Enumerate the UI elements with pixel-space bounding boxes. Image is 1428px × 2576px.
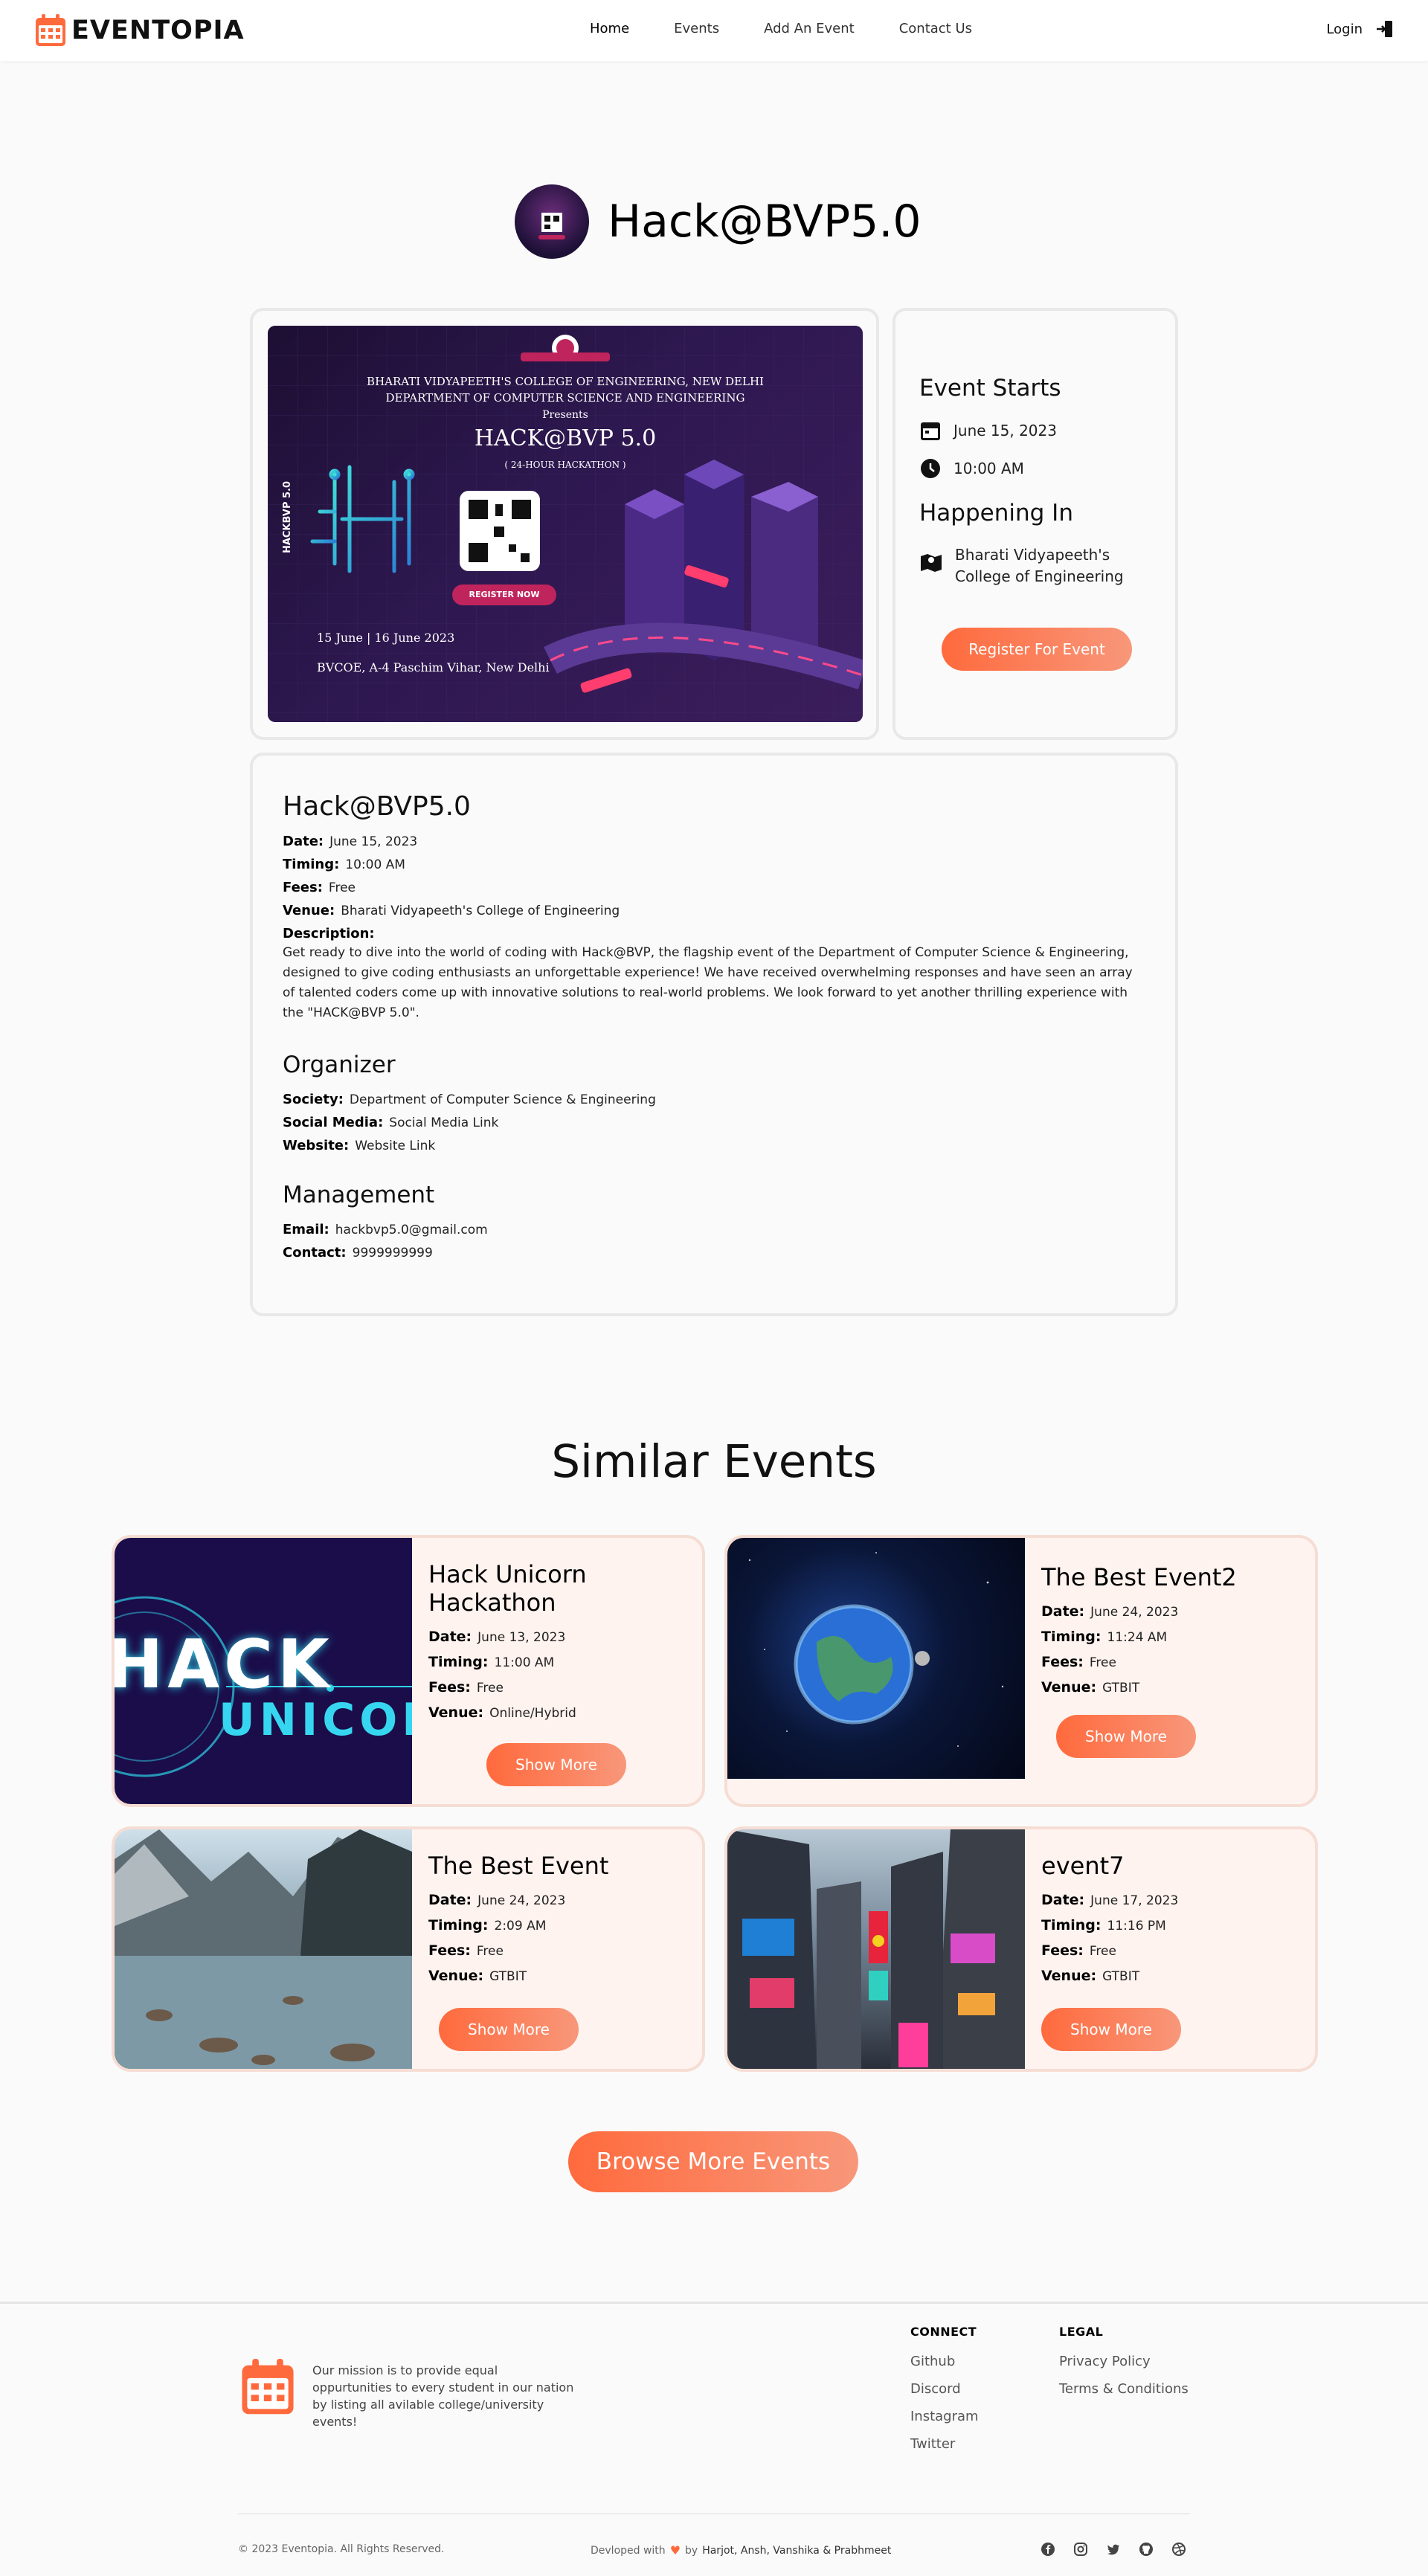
nav-contact[interactable]: Contact Us <box>899 21 972 36</box>
start-time-row: 10:00 AM <box>919 457 1024 480</box>
calendar-icon <box>921 422 940 440</box>
clock-icon <box>921 459 940 478</box>
event-avatar <box>515 184 589 259</box>
dribbble-icon[interactable] <box>1171 2542 1186 2557</box>
instagram-icon[interactable] <box>1073 2542 1088 2557</box>
event-thumbnail <box>727 1829 1025 2069</box>
event-title: Hack@BVP5.0 <box>608 196 922 248</box>
browse-more-events-button[interactable]: Browse More Events <box>568 2131 858 2192</box>
twitter-icon[interactable] <box>1106 2542 1121 2557</box>
legal-heading: LEGAL <box>1059 2325 1104 2339</box>
event-starts-heading: Event Starts <box>919 375 1061 402</box>
details-title: Hack@BVP5.0 <box>283 791 471 822</box>
poster-event-name: HACK@BVP 5.0 <box>474 425 657 451</box>
developed-by: Devloped with ♥ by Harjot, Ansh, Vanshik… <box>591 2543 892 2557</box>
facebook-icon[interactable] <box>1041 2542 1055 2557</box>
happening-in-heading: Happening In <box>919 500 1073 527</box>
brand-logo[interactable]: EVENTOPIA <box>34 13 245 48</box>
nav-add-event[interactable]: Add An Event <box>764 21 855 36</box>
similar-event-card: HACK UNICOI Hack Unicorn Hackathon Date:… <box>112 1535 705 1807</box>
poster-register: REGISTER NOW <box>469 590 540 599</box>
login-label: Login <box>1326 21 1363 37</box>
venue-short: Bharati Vidyapeeth's College of Engineer… <box>955 546 1124 585</box>
footer-link-twitter[interactable]: Twitter <box>910 2436 979 2452</box>
footer-mission: Our mission is to provide equal oppurtun… <box>312 2363 574 2429</box>
poster-college: BHARATI VIDYAPEETH'S COLLEGE OF ENGINEER… <box>367 375 764 388</box>
show-more-button[interactable]: Show More <box>486 1743 626 1786</box>
organizer-heading: Organizer <box>283 1052 396 1078</box>
start-time: 10:00 AM <box>953 460 1024 477</box>
detail-venue: Venue: Bharati Vidyapeeth's College of En… <box>283 903 620 918</box>
show-more-button[interactable]: Show More <box>1056 1715 1196 1758</box>
start-date: June 15, 2023 <box>953 422 1057 439</box>
footer-link-discord[interactable]: Discord <box>910 2381 979 2397</box>
event-card-title: event7 <box>1041 1852 1125 1880</box>
event-header: Hack@BVP5.0 <box>515 184 922 259</box>
footer: Our mission is to provide equal oppurtun… <box>0 2302 1428 2576</box>
event-thumbnail: HACK UNICOI <box>115 1538 412 1804</box>
brand-name: EVENTOPIA <box>71 16 245 45</box>
detail-website: Website: Website Link <box>283 1138 436 1153</box>
login-icon <box>1377 21 1392 37</box>
similar-events-heading: Similar Events <box>551 1435 877 1488</box>
show-more-button[interactable]: Show More <box>439 2008 579 2051</box>
detail-date: Date: June 15, 2023 <box>283 834 418 849</box>
detail-contact: Contact: 9999999999 <box>283 1245 433 1260</box>
poster-place: BVCOE, A-4 Paschim Vihar, New Delhi <box>317 660 550 674</box>
detail-fees: Fees: Free <box>283 880 356 895</box>
event-details-card: Hack@BVP5.0 Date: June 15, 2023 Timing: 10… <box>250 753 1178 1316</box>
github-icon[interactable] <box>1139 2542 1154 2557</box>
poster-side-text: HACKBVP 5.0 <box>282 480 294 554</box>
similar-event-card: event7 Date: June 17, 2023 Timing: 11:16 P… <box>724 1826 1318 2072</box>
heart-icon: ♥ <box>669 2543 681 2557</box>
venue-row: Bharati Vidyapeeth's College of Engineer… <box>919 544 1157 587</box>
footer-link-privacy[interactable]: Privacy Policy <box>1059 2354 1189 2369</box>
poster-presents: Presents <box>542 409 588 421</box>
poster-dept: DEPARTMENT OF COMPUTER SCIENCE AND ENGIN… <box>385 391 745 405</box>
footer-link-github[interactable]: Github <box>910 2354 979 2369</box>
main-menu: Home Events Add An Event Contact Us <box>590 21 972 36</box>
management-heading: Management <box>283 1182 435 1208</box>
social-icons <box>1041 2542 1186 2557</box>
event-poster: BHARATI VIDYAPEETH'S COLLEGE OF ENGINEER… <box>268 326 863 722</box>
event-thumbnail <box>115 1829 412 2069</box>
footer-link-terms[interactable]: Terms & Conditions <box>1059 2381 1189 2397</box>
event-info-card: Event Starts June 15, 2023 10:00 AM Happ… <box>892 308 1178 740</box>
calendar-icon <box>242 2359 294 2415</box>
event-card-title: The Best Event <box>428 1852 609 1880</box>
start-date-row: June 15, 2023 <box>919 419 1057 442</box>
website-link[interactable]: Website Link <box>355 1139 435 1153</box>
event-thumbnail <box>727 1538 1025 1779</box>
detail-social: Social Media: Social Media Link <box>283 1115 499 1130</box>
detail-description: Get ready to dive into the world of codi… <box>283 945 1133 1020</box>
similar-event-card: The Best Event Date: June 24, 2023 Timing… <box>112 1826 705 2072</box>
event-card-title: The Best Event2 <box>1041 1563 1237 1591</box>
poster-dates: 15 June | 16 June 2023 <box>317 631 455 645</box>
footer-legal: LEGAL Privacy Policy Terms & Conditions <box>1059 2325 1189 2409</box>
thumbnail-text-hack: HACK <box>115 1626 334 1704</box>
nav-events[interactable]: Events <box>674 21 719 36</box>
social-media-link[interactable]: Social Media Link <box>389 1115 498 1130</box>
footer-connect: CONNECT Github Discord Instagram Twitter <box>910 2325 979 2464</box>
copyright: © 2023 Eventopia. All Rights Reserved. <box>238 2543 445 2555</box>
login-button[interactable]: Login <box>1326 19 1394 39</box>
detail-email: Email: hackbvp5.0@gmail.com <box>283 1222 488 1237</box>
detail-description-label: Description: <box>283 926 375 941</box>
show-more-button[interactable]: Show More <box>1041 2008 1181 2051</box>
nav-home[interactable]: Home <box>590 21 629 36</box>
top-navbar: EVENTOPIA Home Events Add An Event Conta… <box>0 0 1428 61</box>
calendar-icon <box>36 14 65 46</box>
register-button[interactable]: Register For Event <box>942 628 1132 671</box>
connect-heading: CONNECT <box>910 2325 977 2339</box>
event-card-title: Hack Unicorn Hackathon <box>428 1560 587 1617</box>
poster-card: BHARATI VIDYAPEETH'S COLLEGE OF ENGINEER… <box>250 308 879 740</box>
footer-link-instagram[interactable]: Instagram <box>910 2409 979 2424</box>
poster-subtitle: ( 24-HOUR HACKATHON ) <box>504 460 626 470</box>
similar-event-card: The Best Event2 Date: June 24, 2023 Timin… <box>724 1535 1318 1807</box>
thumbnail-text-unicorn: UNICOI <box>219 1694 412 1746</box>
detail-society: Society: Department of Computer Science &… <box>283 1092 656 1107</box>
map-icon <box>921 554 942 572</box>
detail-timing: Timing: 10:00 AM <box>283 857 405 872</box>
